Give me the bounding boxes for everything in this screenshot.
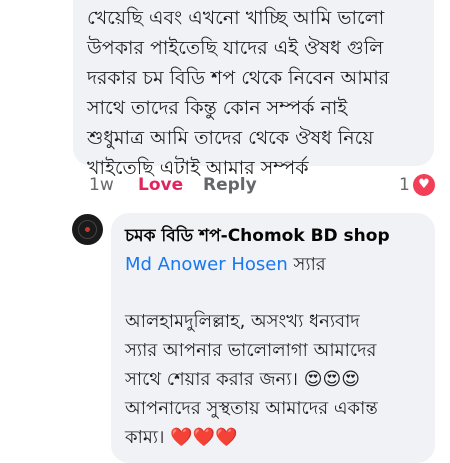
reaction-count[interactable]: 1 xyxy=(399,172,410,198)
reply-text: কাম্য। xyxy=(125,427,171,448)
heart-icon[interactable]: ♥ xyxy=(413,174,435,196)
mention-suffix: স্যার xyxy=(287,254,326,275)
mention-link[interactable]: Md Anower Hosen xyxy=(125,254,288,275)
comment-text-line: উপকার পাইতেছি যাদের এই ঔষধ গুলি xyxy=(87,37,384,59)
reply-text-line: আলহামদুলিল্লাহ, অসংখ্য ধন্যবাদ xyxy=(125,311,360,332)
reply-text: সাথে শেয়ার করার জন্য। xyxy=(125,369,304,390)
love-button[interactable]: Love xyxy=(138,172,183,198)
avatar-dot xyxy=(85,227,90,232)
comment-actions: 1w Love Reply 1 ♥ xyxy=(87,172,437,198)
comment-text-line: শুধুমাত্র আমি তাদের থেকে ঔষধ নিয়ে xyxy=(87,127,374,149)
mention-line: Md Anower Hosen স্যার xyxy=(125,251,421,279)
comment-text-line: সাথে তাদের কিন্তু কোন সম্পর্ক নাই xyxy=(87,97,348,119)
reply-bubble: চমক বিডি শপ-Chomok BD shop Md Anower Hos… xyxy=(111,213,435,463)
comment-timestamp[interactable]: 1w xyxy=(89,172,114,198)
reply-text-line: কাম্য। ❤️❤️❤️ xyxy=(125,423,421,452)
red-heart-emoji: ❤️❤️❤️ xyxy=(170,427,238,448)
reply-text-line: আপনাদের সুস্থতায় আমাদের একান্ত xyxy=(125,398,378,419)
heart-eyes-emoji: 😍😍😍 xyxy=(303,369,360,390)
page-avatar[interactable] xyxy=(72,214,103,245)
comment-bubble: খেয়েছি এবং এখনো খাচ্ছি আমি ভালো উপকার প… xyxy=(73,0,434,179)
reply-button[interactable]: Reply xyxy=(203,172,257,198)
reply-author[interactable]: চমক বিডি শপ-Chomok BD shop xyxy=(125,223,421,249)
reply-text-line: স্যার আপনার ভালোলাগা আমাদের xyxy=(125,340,377,361)
comment-text-line: দরকার চম বিডি শপ থেকে নিবেন আমার xyxy=(87,67,390,89)
comment-text-line: খেয়েছি এবং এখনো খাচ্ছি আমি ভালো xyxy=(87,7,385,29)
reply-text-line: সাথে শেয়ার করার জন্য। 😍😍😍 xyxy=(125,365,421,394)
